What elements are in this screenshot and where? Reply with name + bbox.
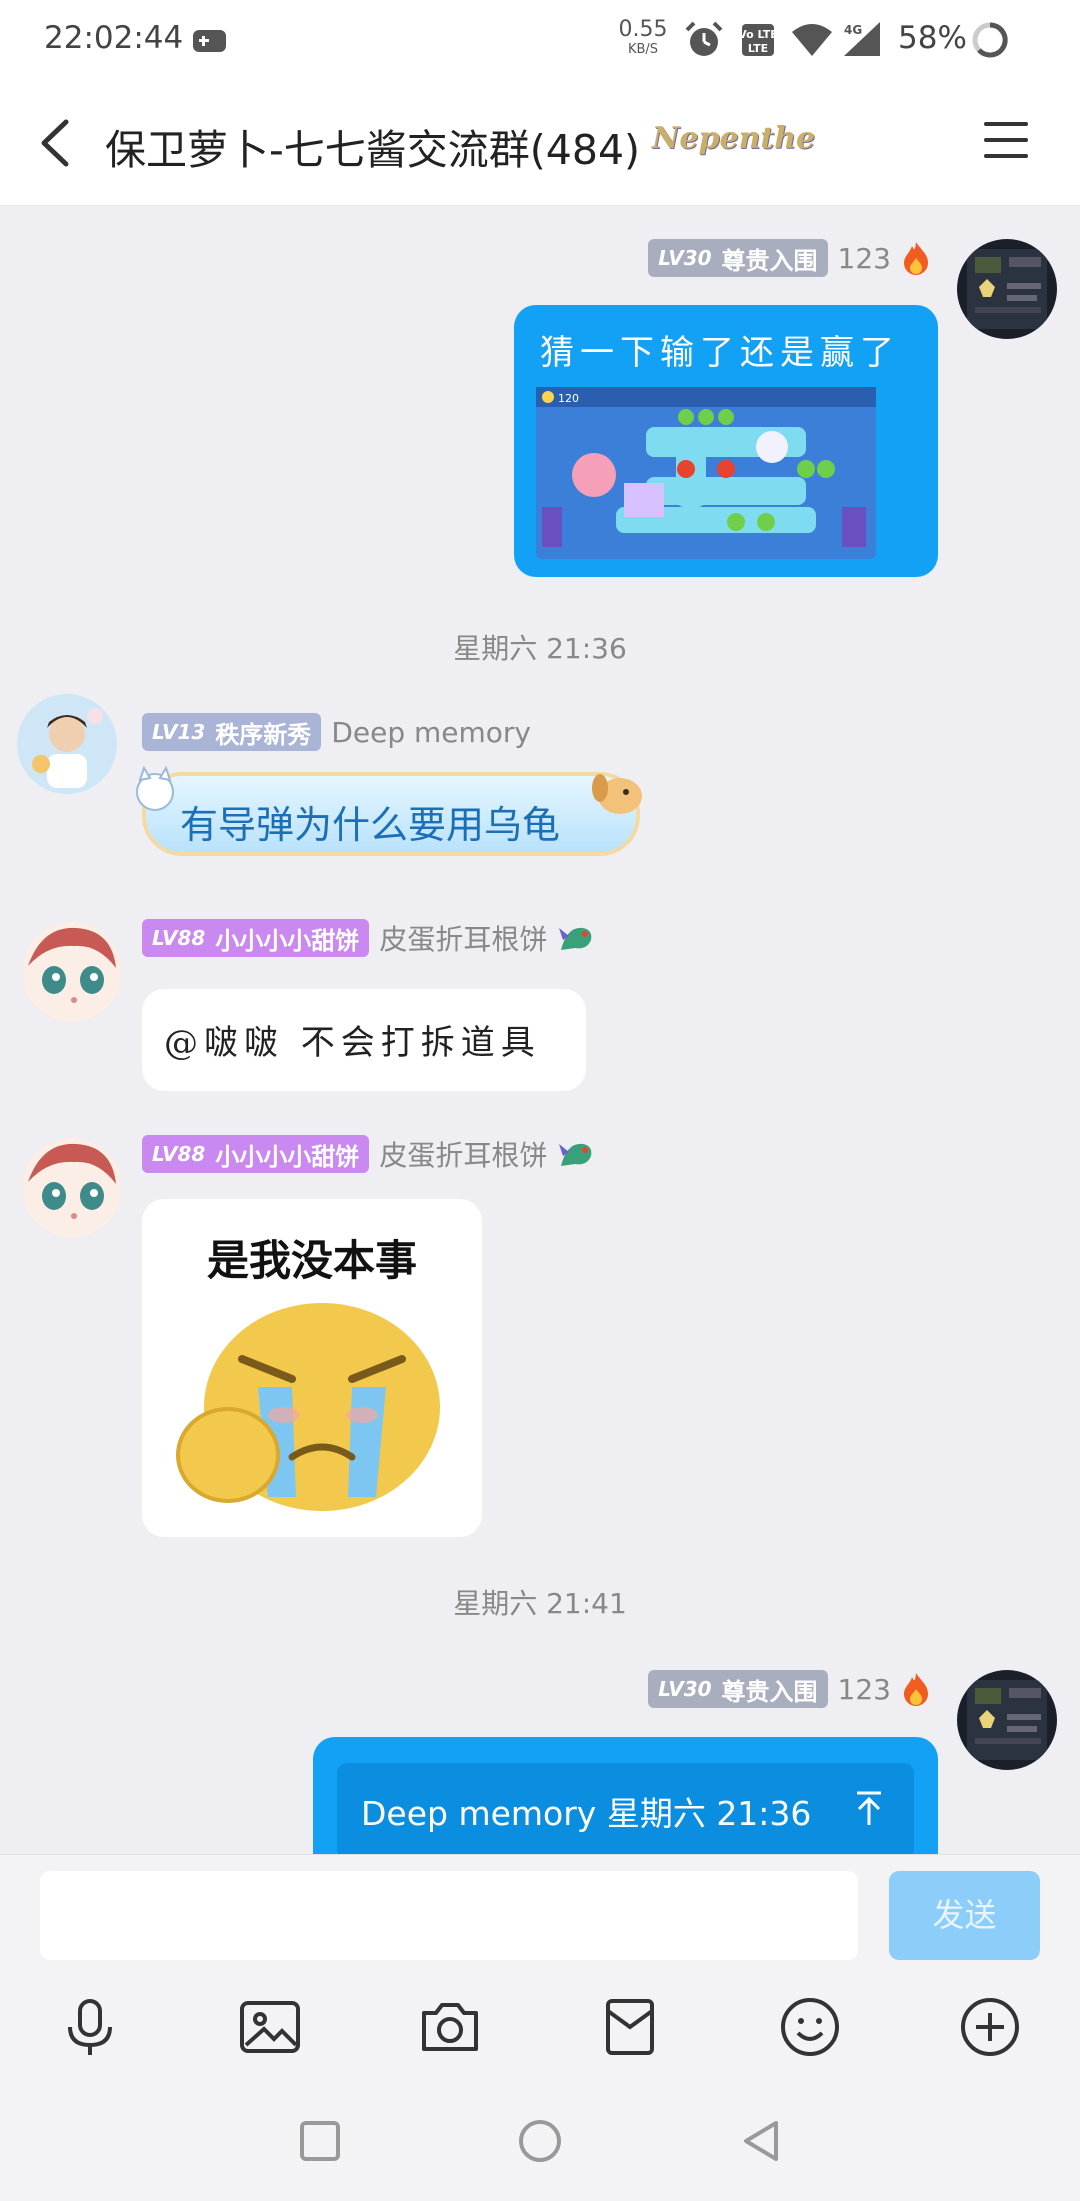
message-text: 有导弹为什么要用乌龟 (180, 803, 561, 847)
avatar[interactable] (22, 922, 122, 1022)
dragon-badge-icon (559, 927, 592, 950)
level-badge: LV13 秩序新秀 (142, 713, 322, 751)
message-list[interactable]: LV30 尊贵入围 123 猜一下输了还是赢了 120 星期六 21:36 LV… (0, 206, 1080, 1854)
dog-decoration-icon (592, 774, 642, 814)
fire-icon (904, 242, 928, 275)
message-meta: LV30 尊贵入围 123 (648, 239, 931, 277)
plus-icon[interactable] (958, 1995, 1022, 2059)
input-bar: 发送 (0, 1854, 1080, 1973)
message-bubble[interactable]: 猜一下输了还是赢了 120 (514, 305, 938, 577)
message-meta: LV88 小小小小甜饼 皮蛋折耳根饼 (142, 919, 597, 957)
reply-quote[interactable]: Deep memory 星期六 21:36 (337, 1763, 914, 1854)
level-badge: LV30 尊贵入围 (648, 239, 828, 277)
dragon-badge-icon (559, 1143, 592, 1166)
volte-icon: Vo LTE LTE (741, 24, 775, 56)
emoji-icon[interactable] (778, 1995, 842, 2059)
message-bubble[interactable]: @啵啵 不会打拆道具 (142, 989, 586, 1091)
level-title: 秩序新秀 (215, 720, 312, 749)
sender-name[interactable]: 123 (838, 242, 891, 275)
level-number: LV13 (152, 720, 206, 744)
group-title[interactable]: 保卫萝卜-七七酱交流群(484) (105, 116, 640, 176)
message-text: @啵啵 不会打拆道具 (164, 1023, 541, 1063)
title-badge: Nepenthe (652, 121, 816, 156)
image-icon[interactable] (238, 1995, 302, 2059)
time-separator: 星期六 21:41 (453, 1587, 627, 1620)
signal-icon: 4G (844, 22, 880, 56)
system-nav-bar (0, 2081, 1080, 2201)
level-badge: LV88 小小小小甜饼 (142, 1135, 370, 1173)
level-number: LV88 (152, 1142, 206, 1166)
message-text: 猜一下输了还是赢了 (540, 333, 900, 373)
avatar[interactable] (957, 239, 1057, 339)
sticker-message[interactable]: 是我没本事 (142, 1199, 482, 1537)
sender-name[interactable]: 123 (838, 1673, 891, 1706)
home-icon[interactable] (516, 2117, 564, 2165)
sticker-caption: 是我没本事 (206, 1236, 417, 1285)
wifi-icon (792, 24, 832, 56)
svg-text:LTE: LTE (748, 42, 768, 55)
sender-name[interactable]: Deep memory (331, 716, 531, 749)
level-number: LV30 (658, 1677, 712, 1701)
level-title: 尊贵入围 (721, 1677, 818, 1706)
avatar[interactable] (957, 1670, 1057, 1770)
fire-icon (904, 1673, 928, 1706)
avatar[interactable] (17, 694, 117, 794)
menu-icon[interactable] (984, 122, 1028, 162)
level-title: 小小小小甜饼 (215, 926, 360, 955)
network-speed-value: 0.55 (618, 17, 668, 42)
game-mode-icon (193, 30, 226, 52)
network-speed-unit: KB/S (627, 42, 659, 57)
red-packet-icon[interactable] (598, 1995, 662, 2059)
level-title: 小小小小甜饼 (215, 1142, 360, 1171)
alarm-icon (685, 21, 723, 56)
cat-decoration-icon (136, 766, 174, 811)
svg-text:120: 120 (558, 392, 579, 405)
message-input[interactable] (40, 1871, 858, 1960)
game-screenshot-image[interactable]: 120 (536, 387, 876, 559)
reply-quote-text: Deep memory 星期六 21:36 (361, 1794, 812, 1833)
volte-label: Vo LTE (741, 28, 775, 41)
network-type-label: 4G (844, 23, 862, 37)
battery-percent: 58% (898, 20, 967, 56)
status-time: 22:02:44 (44, 20, 184, 56)
level-badge: LV30 尊贵入围 (648, 1670, 828, 1708)
level-number: LV88 (152, 926, 206, 950)
level-number: LV30 (658, 246, 712, 270)
input-toolbar (0, 1973, 1080, 2081)
message-bubble[interactable]: 有导弹为什么要用乌龟 (142, 772, 640, 856)
jump-to-original-icon[interactable] (851, 1789, 887, 1829)
message-meta: LV13 秩序新秀 Deep memory (142, 713, 531, 751)
reply-message-bubble[interactable]: Deep memory 星期六 21:36 (313, 1737, 938, 1854)
send-button[interactable]: 发送 (889, 1871, 1040, 1960)
chat-header: 保卫萝卜-七七酱交流群(484) Nepenthe (0, 80, 1080, 206)
level-title: 尊贵入围 (721, 246, 818, 275)
recent-apps-icon[interactable] (296, 2117, 344, 2165)
avatar[interactable] (22, 1138, 122, 1238)
message-meta: LV30 尊贵入围 123 (648, 1670, 931, 1708)
level-badge: LV88 小小小小甜饼 (142, 919, 370, 957)
status-bar: 22:02:44 0.55 KB/S Vo LTE LTE 4G 58% (0, 0, 1080, 80)
microphone-icon[interactable] (58, 1995, 122, 2059)
network-speed: 0.55 KB/S (618, 17, 668, 57)
time-separator: 星期六 21:36 (453, 632, 627, 665)
battery-ring-icon (972, 22, 1008, 58)
sender-name[interactable]: 皮蛋折耳根饼 (379, 1134, 547, 1174)
back-arrow-icon[interactable] (30, 110, 80, 176)
sender-name[interactable]: 皮蛋折耳根饼 (379, 918, 547, 958)
camera-icon[interactable] (418, 1995, 482, 2059)
message-meta: LV88 小小小小甜饼 皮蛋折耳根饼 (142, 1135, 597, 1173)
crying-face-sticker-image (176, 1303, 440, 1511)
back-icon[interactable] (738, 2117, 786, 2165)
